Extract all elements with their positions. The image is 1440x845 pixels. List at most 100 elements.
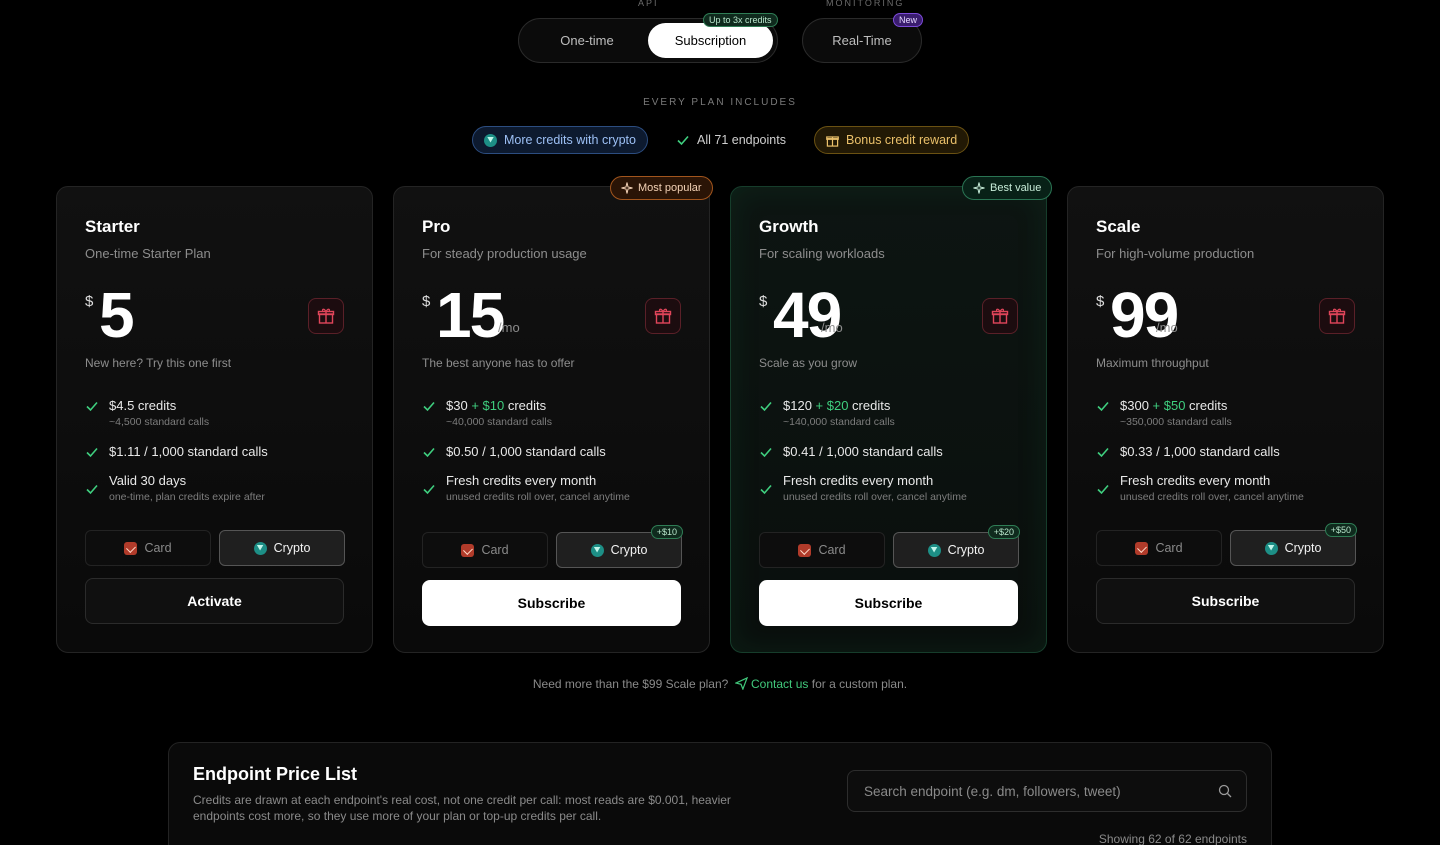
- pay-crypto-label: Crypto: [947, 543, 985, 557]
- feature-rate-text: $1.11 / 1,000 standard calls: [109, 444, 268, 459]
- gift-button[interactable]: [645, 298, 681, 334]
- search-icon[interactable]: [1218, 784, 1232, 798]
- feature-credits-subtext: ~350,000 standard calls: [1120, 416, 1232, 428]
- pay-card-button[interactable]: Card: [85, 530, 211, 566]
- plan-name: Pro: [422, 217, 451, 236]
- one-time-tab[interactable]: One-time: [523, 23, 651, 58]
- feature-validity-subtext: unused credits roll over, cancel anytime: [446, 491, 630, 503]
- feature-rate: $1.11 / 1,000 standard calls: [85, 444, 355, 459]
- includes-label: EVERY PLAN INCLUDES: [643, 97, 797, 108]
- plan-cta-button[interactable]: Subscribe: [759, 580, 1018, 626]
- plan-card-starter: Starter One-time Starter Plan $ 5 New he…: [56, 186, 373, 653]
- check-icon: [1097, 484, 1109, 495]
- plan-currency: $: [85, 293, 94, 310]
- gift-icon: [317, 308, 335, 324]
- feature-validity-subtext: unused credits roll over, cancel anytime: [1120, 491, 1304, 503]
- feature-credits-text: $30 + $10 credits: [446, 398, 547, 413]
- plan-price: 5: [99, 279, 135, 351]
- plan-price: 15: [436, 279, 505, 351]
- feature-credits: $30 + $10 credits ~40,000 standard calls: [422, 398, 692, 428]
- gift-button[interactable]: [308, 298, 344, 334]
- plan-tagline: Maximum throughput: [1096, 356, 1209, 370]
- monitoring-group-label: MONITORING: [826, 0, 905, 8]
- check-icon: [86, 484, 98, 495]
- pay-crypto-button[interactable]: Crypto +$50: [1230, 523, 1357, 566]
- gift-button[interactable]: [982, 298, 1018, 334]
- feature-validity: Valid 30 days one-time, plan credits exp…: [85, 473, 355, 503]
- feature-validity-text: Fresh credits every month: [1120, 473, 1271, 488]
- feature-validity-text: Fresh credits every month: [446, 473, 597, 488]
- plan-badge-label: Best value: [990, 182, 1042, 194]
- plan-cta-button[interactable]: Subscribe: [1096, 578, 1355, 624]
- gift-icon: [654, 308, 672, 324]
- crypto-bonus-badge: +$20: [987, 525, 1020, 539]
- pay-card-button[interactable]: Card: [759, 532, 885, 568]
- pay-crypto-button[interactable]: Crypto +$20: [893, 525, 1020, 568]
- gift-icon: [991, 308, 1009, 324]
- send-icon: [733, 676, 748, 691]
- check-icon: [86, 447, 98, 458]
- feature-credits: $120 + $20 credits ~140,000 standard cal…: [759, 398, 1029, 428]
- pay-card-button[interactable]: Card: [1096, 530, 1222, 566]
- plan-cta-button[interactable]: Activate: [85, 578, 344, 624]
- endpoint-search-input[interactable]: [848, 771, 1208, 811]
- check-icon: [1097, 401, 1109, 412]
- gift-button[interactable]: [1319, 298, 1355, 334]
- plan-badge-label: Most popular: [638, 182, 702, 194]
- endpoint-price-list: Endpoint Price List Credits are drawn at…: [168, 742, 1272, 845]
- feature-validity: Fresh credits every month unused credits…: [422, 473, 692, 503]
- plan-description: One-time Starter Plan: [85, 246, 211, 261]
- gift-icon: [1328, 308, 1346, 324]
- check-icon: [760, 401, 772, 412]
- feature-validity-subtext: one-time, plan credits expire after: [109, 491, 265, 503]
- custom-plan-suffix: for a custom plan.: [811, 677, 908, 691]
- custom-plan-prefix: Need more than the $99 Scale plan?: [532, 677, 729, 691]
- plan-period: /mo: [1156, 320, 1178, 335]
- feature-validity-subtext: unused credits roll over, cancel anytime: [783, 491, 967, 503]
- pay-crypto-button[interactable]: Crypto +$10: [556, 525, 683, 568]
- sparkle-icon: [621, 182, 633, 194]
- endpoint-search: [847, 770, 1247, 812]
- plan-currency: $: [422, 293, 431, 310]
- feature-credits-text: $300 + $50 credits: [1120, 398, 1228, 413]
- endpoints-label: All 71 endpoints: [697, 133, 786, 147]
- plan-tagline: Scale as you grow: [759, 356, 858, 370]
- plan-badge: Best value: [962, 176, 1053, 200]
- new-tag: New: [893, 13, 924, 27]
- feature-rate: $0.33 / 1,000 standard calls: [1096, 444, 1366, 459]
- custom-plan-note: Need more than the $99 Scale plan? Conta…: [0, 676, 1440, 691]
- plan-cta-button[interactable]: Subscribe: [422, 580, 681, 626]
- subscription-credits-tag: Up to 3x credits: [703, 13, 778, 27]
- pay-card-button[interactable]: Card: [422, 532, 548, 568]
- endpoints-chip: All 71 endpoints: [665, 126, 797, 154]
- feature-credits: $300 + $50 credits ~350,000 standard cal…: [1096, 398, 1366, 428]
- pay-crypto-label: Crypto: [610, 543, 648, 557]
- feature-credits-subtext: ~140,000 standard calls: [783, 416, 895, 428]
- plan-name: Scale: [1096, 217, 1141, 236]
- feature-validity: Fresh credits every month unused credits…: [1096, 473, 1366, 503]
- subscription-tab[interactable]: Subscription: [648, 23, 773, 58]
- feature-validity-text: Valid 30 days: [109, 473, 187, 488]
- price-list-title: Endpoint Price List: [193, 764, 358, 784]
- feature-validity: Fresh credits every month unused credits…: [759, 473, 1029, 503]
- pay-card-label: Card: [818, 543, 846, 557]
- check-icon: [760, 484, 772, 495]
- crypto-credits-chip: More credits with crypto: [472, 126, 648, 154]
- plan-currency: $: [759, 293, 768, 310]
- bonus-reward-chip: Bonus credit reward: [814, 126, 970, 154]
- bonus-reward-label: Bonus credit reward: [846, 133, 958, 147]
- feature-validity-text: Fresh credits every month: [783, 473, 934, 488]
- contact-us-link[interactable]: Contact us: [751, 677, 808, 691]
- feature-credits: $4.5 credits ~4,500 standard calls: [85, 398, 355, 428]
- plan-description: For steady production usage: [422, 246, 587, 261]
- price-list-description: Credits are drawn at each endpoint's rea…: [193, 793, 731, 823]
- check-icon: [423, 401, 435, 412]
- plan-currency: $: [1096, 293, 1105, 310]
- feature-rate: $0.41 / 1,000 standard calls: [759, 444, 1029, 459]
- pay-crypto-label: Crypto: [1284, 541, 1322, 555]
- pay-crypto-button[interactable]: Crypto: [219, 530, 345, 566]
- check-icon: [677, 135, 689, 146]
- real-time-tab[interactable]: Real-Time: [807, 23, 917, 58]
- feature-credits-text: $120 + $20 credits: [783, 398, 891, 413]
- feature-rate-text: $0.50 / 1,000 standard calls: [446, 444, 606, 459]
